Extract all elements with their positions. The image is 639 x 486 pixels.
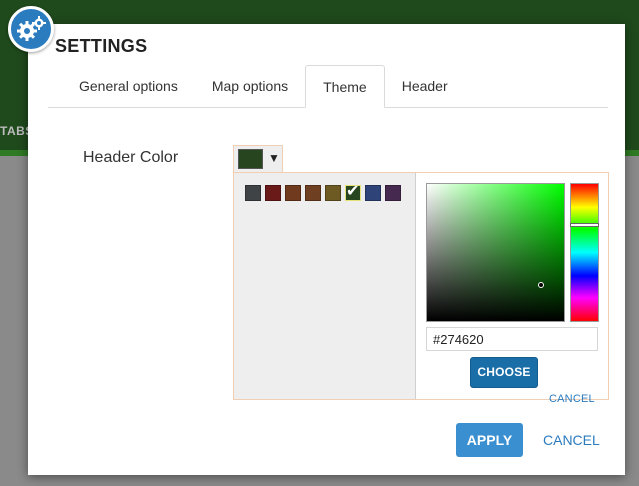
hue-slider[interactable] bbox=[570, 183, 599, 322]
palette-swatch[interactable] bbox=[285, 185, 301, 201]
picker-cancel-link[interactable]: CANCEL bbox=[549, 393, 595, 405]
color-picker-toggle[interactable]: ▼ bbox=[233, 145, 283, 173]
apply-button[interactable]: APPLY bbox=[456, 423, 523, 457]
current-color-swatch bbox=[238, 149, 263, 169]
hue-slider-handle[interactable] bbox=[570, 223, 599, 228]
dropdown-arrow-icon: ▼ bbox=[268, 151, 280, 165]
tab-header[interactable]: Header bbox=[385, 65, 465, 106]
palette-swatch[interactable] bbox=[365, 185, 381, 201]
palette-swatch[interactable] bbox=[245, 185, 261, 201]
saturation-value-area[interactable] bbox=[426, 183, 565, 322]
palette-pane: ✔ bbox=[234, 173, 416, 399]
color-picker-panel: ✔ CHOOSE CANCEL bbox=[233, 172, 609, 405]
gears-icon bbox=[17, 16, 46, 41]
settings-tabs: General options Map options Theme Header bbox=[48, 65, 608, 108]
tab-map-options[interactable]: Map options bbox=[195, 65, 305, 106]
palette-swatch[interactable] bbox=[265, 185, 281, 201]
palette-swatch[interactable] bbox=[325, 185, 341, 201]
settings-badge bbox=[8, 6, 54, 52]
dialog-title: SETTINGS bbox=[55, 36, 148, 56]
hex-color-input[interactable] bbox=[426, 327, 598, 351]
palette-swatch[interactable] bbox=[305, 185, 321, 201]
palette-swatch[interactable]: ✔ bbox=[345, 183, 361, 201]
saturation-value-cursor[interactable] bbox=[537, 282, 544, 289]
tab-general-options[interactable]: General options bbox=[48, 65, 195, 106]
choose-button[interactable]: CHOOSE bbox=[470, 357, 538, 388]
header-color-label: Header Color bbox=[83, 149, 179, 166]
palette-swatch[interactable] bbox=[385, 185, 401, 201]
cancel-button[interactable]: CANCEL bbox=[543, 423, 600, 457]
checkmark-icon: ✔ bbox=[346, 183, 360, 200]
color-palette: ✔ bbox=[245, 183, 405, 201]
tab-theme[interactable]: Theme bbox=[305, 65, 385, 108]
settings-dialog: SETTINGS General options Map options The… bbox=[28, 24, 625, 475]
